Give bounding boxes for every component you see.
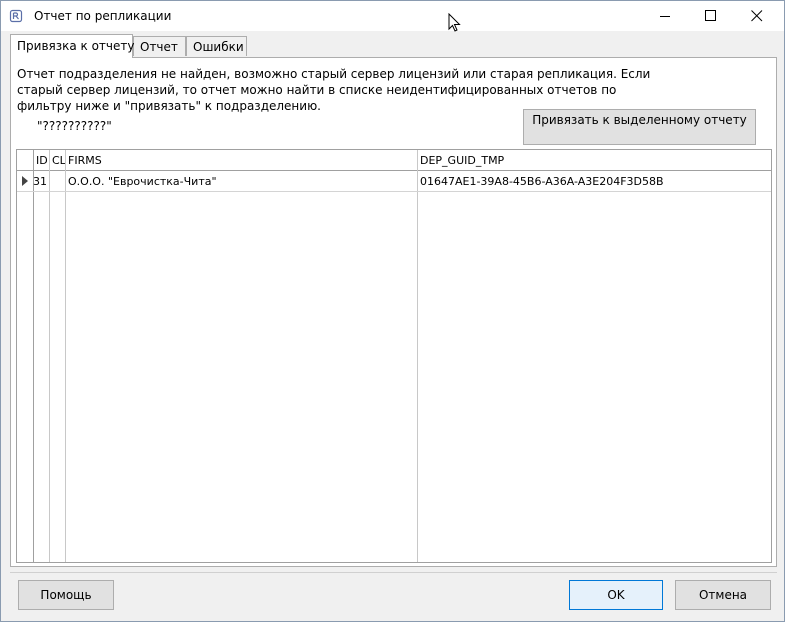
binding-panel: Отчет подразделения не найден, возможно … [10, 57, 777, 567]
footer-divider [10, 572, 777, 573]
minimize-icon [660, 16, 670, 17]
cell-firms: О.О.О. "Еврочистка-Чита" [68, 175, 217, 188]
grid-divider [417, 150, 418, 562]
grid-divider [49, 150, 50, 562]
replication-report-dialog: Отчет по репликации Привязка к отчету От… [0, 0, 785, 622]
app-icon [9, 9, 23, 23]
reports-grid[interactable]: ID CL FIRMS DEP_GUID_TMP 31 О.О.О. "Евро… [16, 149, 772, 563]
title-bar[interactable]: Отчет по репликации [1, 1, 784, 31]
info-message: Отчет подразделения не найден, возможно … [17, 67, 651, 113]
column-header-dep-guid-tmp[interactable]: DEP_GUID_TMP [418, 150, 768, 170]
filter-text: "??????????" [37, 119, 112, 133]
column-header-firms[interactable]: FIRMS [66, 150, 416, 170]
column-header-cl[interactable]: CL [50, 150, 65, 170]
cell-cl [50, 171, 65, 191]
tab-report[interactable]: Отчет [133, 36, 186, 56]
ok-button[interactable]: OK [569, 580, 663, 610]
tab-errors[interactable]: Ошибки [186, 36, 247, 56]
cell-dep-guid-tmp: 01647AE1-39A8-45B6-A36A-A3E204F3D58B [420, 175, 664, 188]
minimize-button[interactable] [642, 1, 688, 31]
grid-header: ID CL FIRMS DEP_GUID_TMP [17, 150, 771, 171]
row-selector-arrow-icon [22, 176, 28, 186]
cell-id: 31 [33, 175, 47, 188]
maximize-button[interactable] [688, 1, 734, 31]
tab-binding[interactable]: Привязка к отчету [10, 34, 135, 58]
bind-to-selected-report-button[interactable]: Привязать к выделенному отчету [523, 109, 756, 145]
close-button[interactable] [734, 1, 780, 31]
grid-divider [33, 150, 34, 562]
close-icon [751, 10, 763, 22]
column-header-id[interactable]: ID [34, 150, 48, 170]
mouse-cursor-icon [448, 13, 461, 32]
window-title: Отчет по репликации [34, 9, 172, 23]
maximize-icon [705, 10, 716, 21]
table-row[interactable]: 31 О.О.О. "Еврочистка-Чита" 01647AE1-39A… [17, 171, 771, 192]
help-button[interactable]: Помощь [18, 580, 114, 610]
cancel-button[interactable]: Отмена [675, 580, 771, 610]
grid-divider [65, 150, 66, 562]
